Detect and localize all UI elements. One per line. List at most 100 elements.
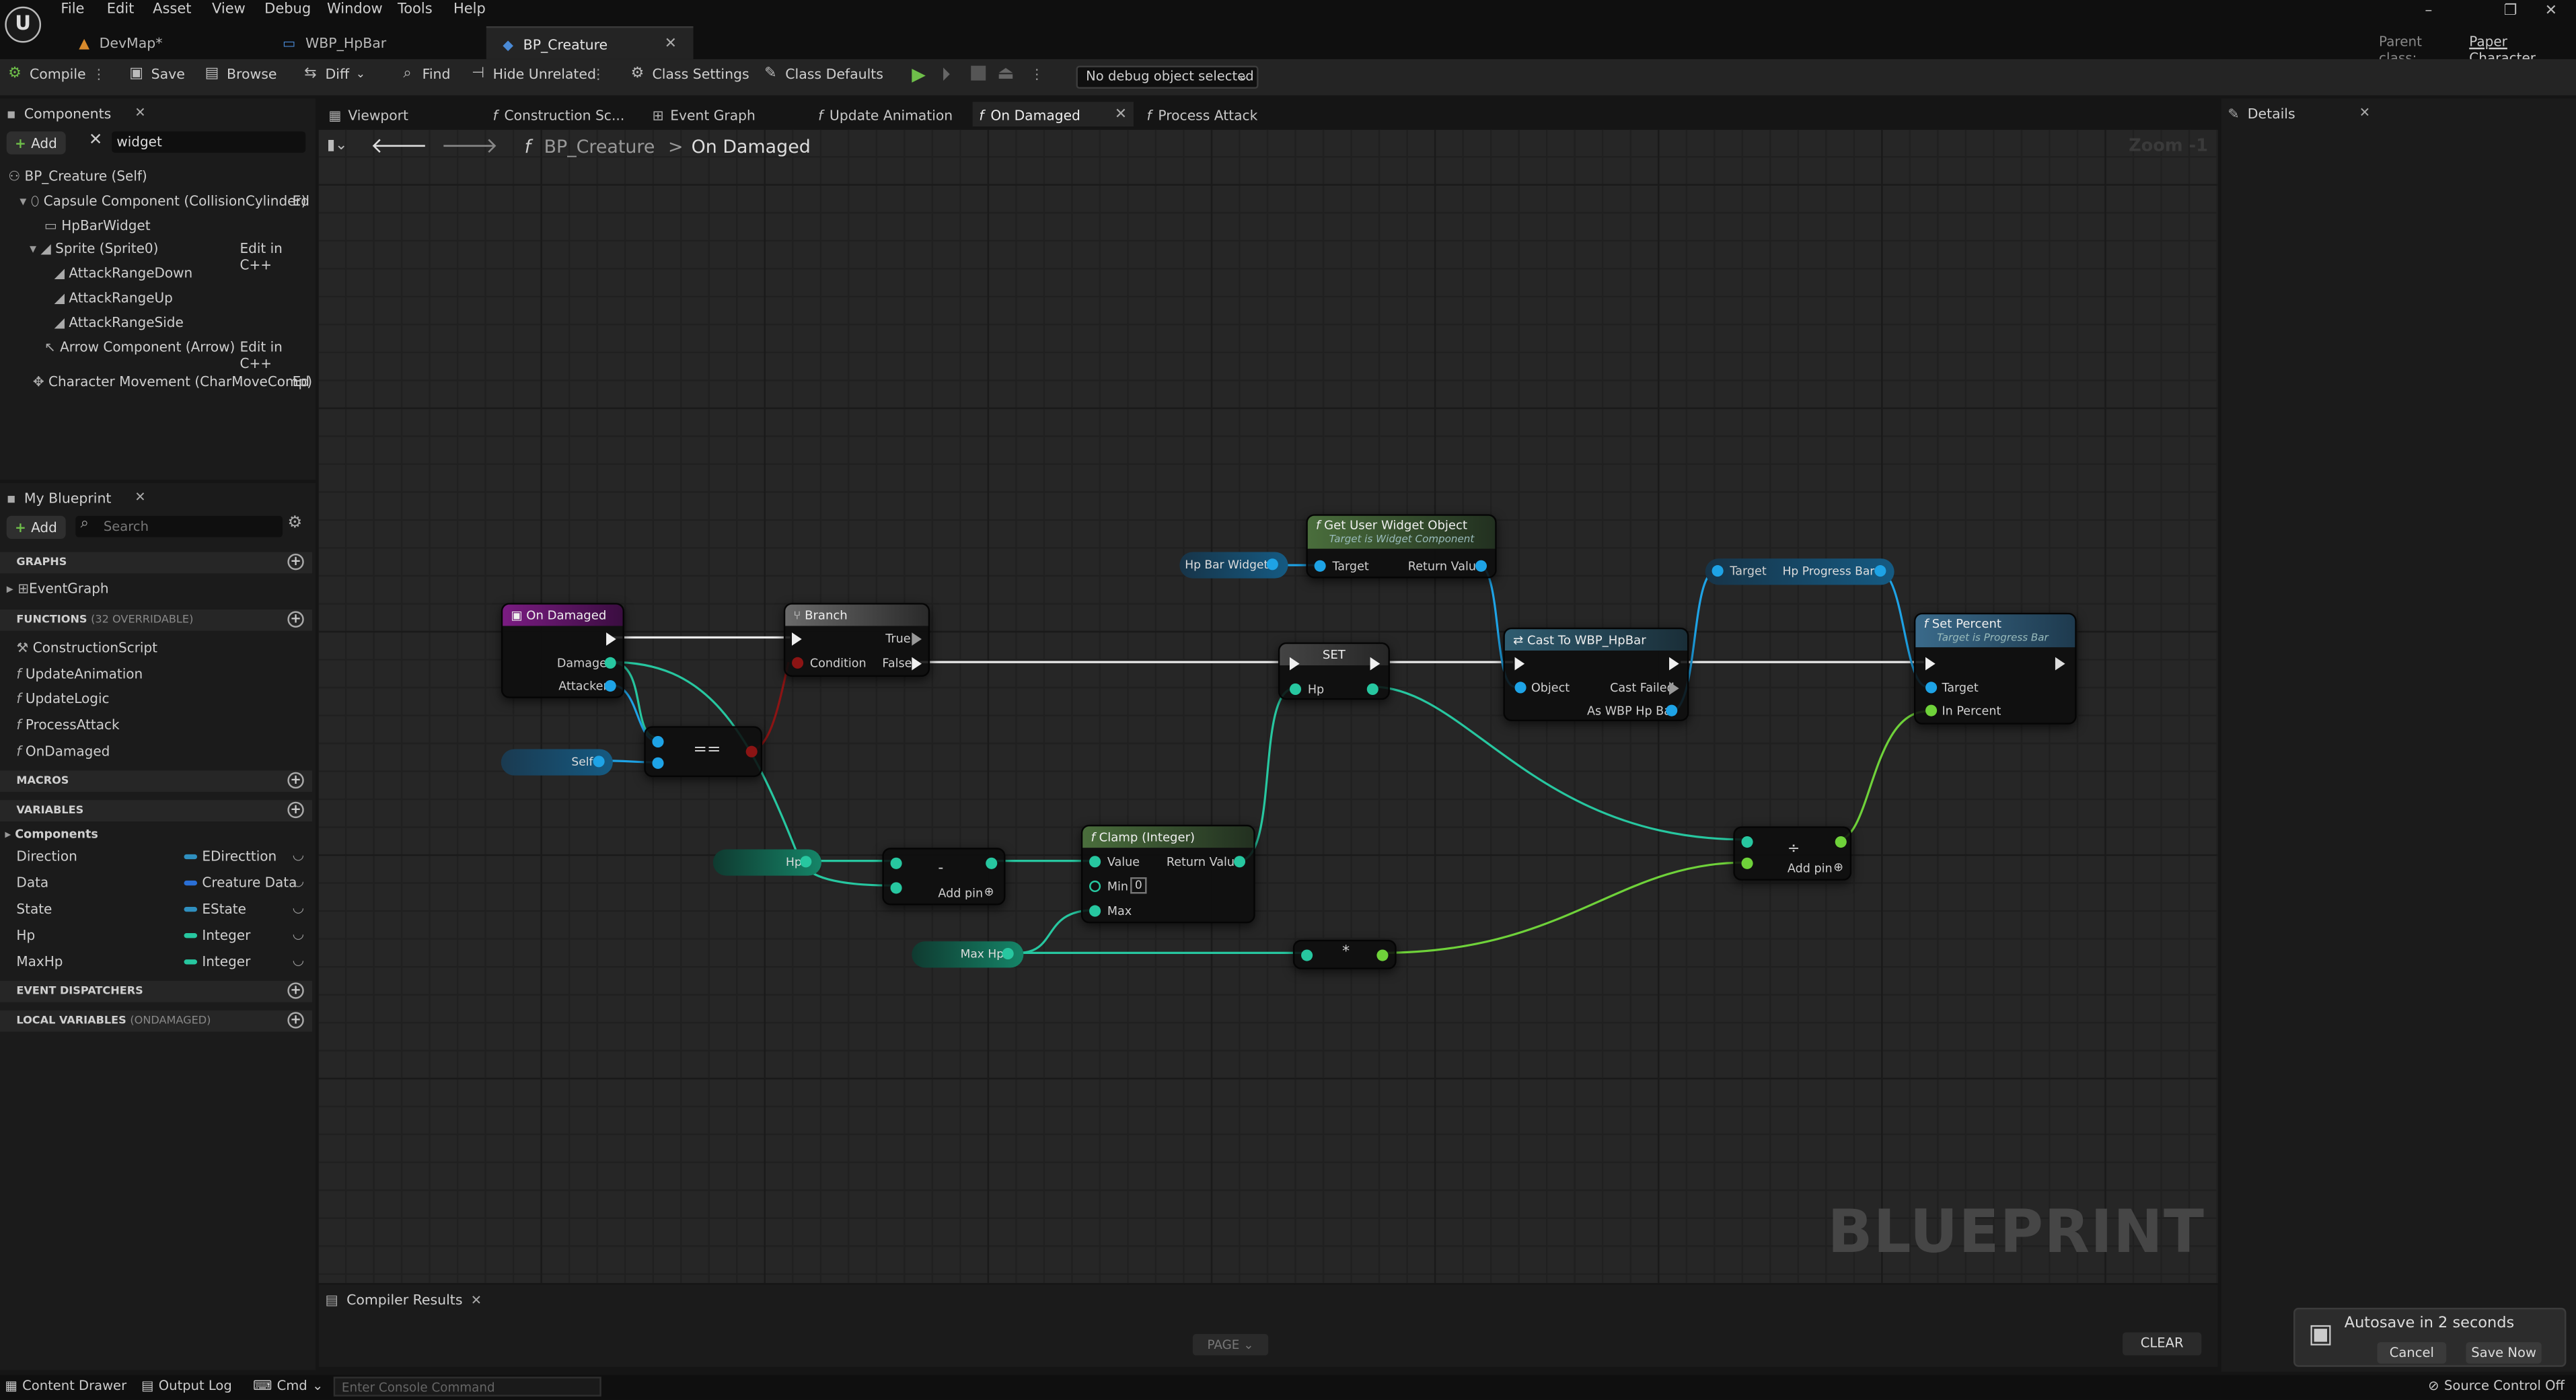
close-window-icon[interactable]: ✕ bbox=[2545, 3, 2557, 20]
menu-asset[interactable]: Asset bbox=[153, 1, 191, 17]
compile-options-icon[interactable]: ⋮ bbox=[92, 66, 106, 82]
add-component-button[interactable]: + Add bbox=[6, 131, 66, 155]
edit-link[interactable]: Ed bbox=[293, 373, 309, 389]
clear-search-icon[interactable]: ✕ bbox=[89, 131, 102, 149]
tab-on-damaged[interactable]: f On Damaged ✕ bbox=[972, 102, 1134, 127]
hp-in-pin[interactable] bbox=[1289, 683, 1302, 695]
return-pin[interactable] bbox=[1233, 856, 1246, 868]
more-options-icon[interactable]: ⋮ bbox=[591, 66, 605, 82]
eye-icon[interactable]: ◡ bbox=[293, 873, 304, 889]
max-hp-out-pin[interactable] bbox=[1002, 948, 1014, 960]
menu-debug[interactable]: Debug bbox=[264, 1, 311, 17]
close-icon[interactable]: ✕ bbox=[471, 1292, 482, 1307]
eye-icon[interactable]: ◡ bbox=[293, 899, 304, 915]
section-functions[interactable]: FUNCTIONS (32 OVERRIDABLE) + bbox=[0, 609, 312, 631]
find-button[interactable]: ⌕ Find bbox=[399, 66, 450, 82]
value-pin[interactable] bbox=[1089, 856, 1101, 868]
eye-icon[interactable]: ◡ bbox=[293, 951, 304, 967]
b-pin[interactable] bbox=[1741, 857, 1753, 869]
add-pin-icon[interactable]: ⊕ bbox=[984, 884, 994, 899]
exec-in-pin[interactable] bbox=[1925, 657, 1936, 671]
minimize-icon[interactable]: – bbox=[2425, 3, 2432, 20]
output-log-button[interactable]: ▤ Output Log bbox=[141, 1378, 232, 1393]
add-variable-icon[interactable]: + bbox=[287, 801, 304, 819]
menu-help[interactable]: Help bbox=[453, 1, 486, 17]
condition-pin[interactable] bbox=[792, 657, 804, 669]
tab-event-graph[interactable]: ⊞ Event Graph bbox=[646, 102, 762, 126]
component-search-input[interactable]: widget bbox=[112, 131, 306, 153]
stop-icon[interactable] bbox=[971, 65, 986, 81]
step-icon[interactable]: ⏵ bbox=[941, 64, 950, 87]
multiply-node[interactable]: * bbox=[1292, 939, 1397, 969]
play-options-icon[interactable]: ⋮ bbox=[1030, 66, 1043, 82]
variable-type[interactable]: Creature Data bbox=[184, 874, 297, 891]
close-icon[interactable]: ✕ bbox=[1115, 106, 1127, 122]
edit-in-cpp-link[interactable]: Edit in C++ bbox=[240, 338, 316, 371]
tree-item-sprite[interactable]: ▾ ◢ Sprite (Sprite0) bbox=[30, 240, 158, 256]
blueprint-search-input[interactable]: Search bbox=[75, 515, 283, 538]
exec-out-pin[interactable] bbox=[1370, 657, 1381, 671]
section-graphs[interactable]: GRAPHS + bbox=[0, 552, 312, 574]
my-blueprint-tab[interactable]: ▪ My Blueprint bbox=[7, 486, 112, 509]
details-tab[interactable]: ✎ Details bbox=[2228, 102, 2295, 124]
play-icon[interactable]: ▶ bbox=[912, 64, 926, 85]
cast-failed-pin[interactable] bbox=[1669, 681, 1679, 695]
add-pin-label[interactable]: Add pin bbox=[1788, 861, 1833, 876]
add-graph-icon[interactable]: + bbox=[287, 553, 304, 570]
edit-in-cpp-link[interactable]: Edit in C++ bbox=[240, 240, 316, 273]
target-pin[interactable] bbox=[1925, 681, 1938, 694]
tab-construction-script[interactable]: f Construction Sc... bbox=[486, 102, 631, 126]
max-pin[interactable] bbox=[1089, 905, 1101, 917]
true-exec-pin[interactable] bbox=[912, 632, 922, 646]
edit-link[interactable]: Ed bbox=[293, 192, 309, 209]
exec-out-pin[interactable] bbox=[606, 632, 616, 646]
a-pin[interactable] bbox=[1741, 836, 1753, 848]
return-pin[interactable] bbox=[745, 745, 758, 758]
function-item[interactable]: f ProcessAttack bbox=[16, 716, 119, 733]
tree-item-attackrangeside[interactable]: ◢ AttackRangeSide bbox=[54, 314, 184, 330]
cancel-button[interactable]: Cancel bbox=[2377, 1342, 2447, 1364]
save-button[interactable]: ▣ Save bbox=[128, 66, 185, 82]
function-item[interactable]: f UpdateLogic bbox=[16, 690, 109, 706]
tree-item-capsule[interactable]: ▾ ⬯ Capsule Component (CollisionCylinder… bbox=[20, 192, 306, 211]
add-dispatcher-icon[interactable]: + bbox=[287, 982, 304, 999]
tree-item-arrow[interactable]: ↖ Arrow Component (Arrow) bbox=[44, 338, 235, 355]
min-pin[interactable] bbox=[1089, 880, 1101, 893]
section-variables[interactable]: VARIABLES + bbox=[0, 800, 312, 821]
blueprint-graph-canvas[interactable]: ▮⌄ 🡐 🡒 f BP_Creature > On Damaged Zoom -… bbox=[318, 129, 2218, 1284]
hp-bar-widget-getter-node[interactable]: Hp Bar Widget bbox=[1179, 552, 1288, 579]
divide-node[interactable]: ÷ Add pin ⊕ bbox=[1733, 826, 1852, 881]
restore-icon[interactable]: ❐ bbox=[2504, 3, 2517, 20]
content-drawer-button[interactable]: ▦ Content Drawer bbox=[5, 1378, 126, 1393]
add-pin-icon[interactable]: ⊕ bbox=[1833, 859, 1843, 874]
variable-category[interactable]: ▸ Components bbox=[5, 826, 98, 841]
a-pin[interactable] bbox=[652, 736, 664, 748]
b-pin[interactable] bbox=[652, 757, 664, 769]
exec-in-pin[interactable] bbox=[1289, 657, 1300, 671]
class-defaults-button[interactable]: ✎ Class Defaults bbox=[762, 66, 883, 82]
eye-icon[interactable]: ◡ bbox=[293, 846, 304, 862]
menu-view[interactable]: View bbox=[212, 1, 246, 17]
source-control-status[interactable]: ⊘ Source Control Off bbox=[2428, 1378, 2565, 1393]
tree-item-attackrangeup[interactable]: ◢ AttackRangeUp bbox=[54, 289, 173, 305]
tree-item-self[interactable]: ⚇ BP_Creature (Self) bbox=[8, 168, 147, 184]
browse-button[interactable]: ▤ Browse bbox=[204, 66, 277, 82]
variable-type[interactable]: Integer bbox=[184, 953, 250, 969]
equal-node[interactable]: == bbox=[644, 726, 763, 778]
doc-tab-bp-creature[interactable]: ◆ BP_Creature ✕ bbox=[486, 26, 694, 59]
a-pin[interactable] bbox=[890, 857, 902, 869]
hp-out-pin[interactable] bbox=[800, 856, 812, 868]
false-exec-pin[interactable] bbox=[912, 657, 922, 671]
attacker-pin[interactable] bbox=[604, 679, 616, 692]
page-select[interactable]: PAGE ⌄ bbox=[1192, 1333, 1269, 1356]
menu-tools[interactable]: Tools bbox=[398, 1, 433, 17]
add-function-icon[interactable]: + bbox=[287, 611, 304, 628]
exec-in-pin[interactable] bbox=[792, 632, 802, 646]
hp-out-pin[interactable] bbox=[1366, 683, 1378, 695]
section-event-dispatchers[interactable]: EVENT DISPATCHERS + bbox=[0, 980, 312, 1002]
close-icon[interactable]: ✕ bbox=[2359, 105, 2370, 120]
doc-tab-devmap[interactable]: ▲ DevMap* bbox=[63, 26, 179, 59]
graph-item-eventgraph[interactable]: ▸ ⊞EventGraph bbox=[7, 580, 109, 596]
function-item[interactable]: f OnDamaged bbox=[16, 743, 110, 759]
tab-viewport[interactable]: ▦ Viewport bbox=[322, 102, 415, 126]
